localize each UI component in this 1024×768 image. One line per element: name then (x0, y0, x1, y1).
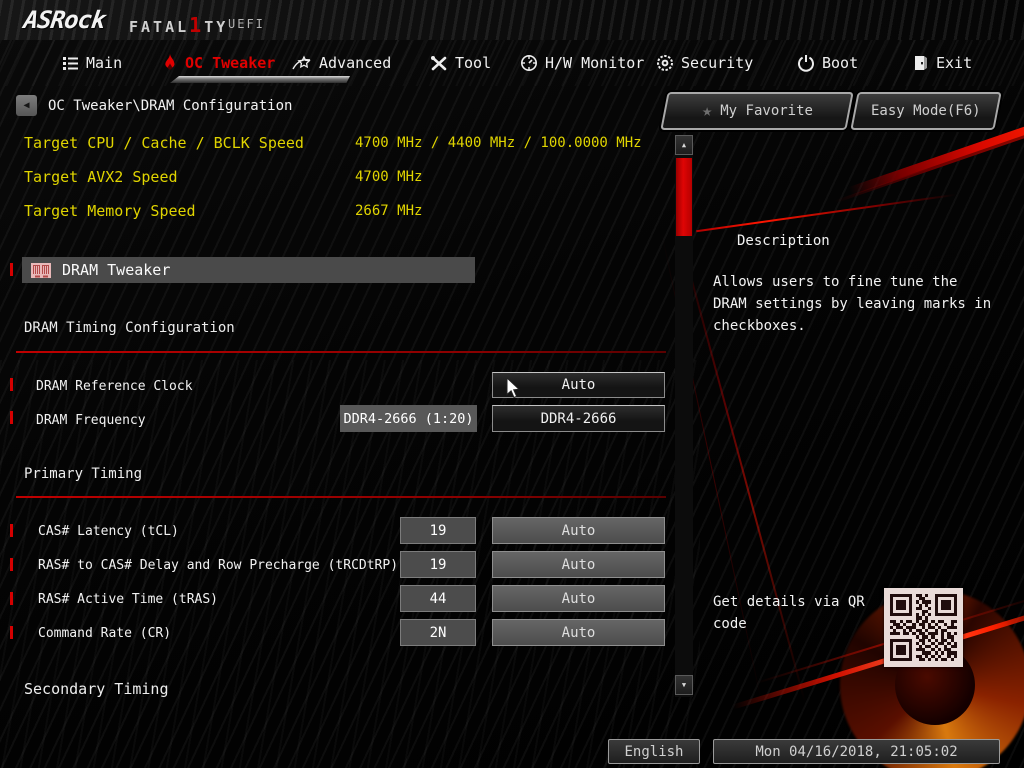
scroll-down-button[interactable]: ▼ (675, 675, 693, 695)
exit-icon (915, 56, 927, 70)
tool-icon (431, 55, 447, 70)
easy-mode-label: Easy Mode(F6) (871, 103, 981, 119)
target-memory-label: Target Memory Speed (24, 202, 196, 220)
dram-frequency-value: DDR4-2666 (1:20) (340, 405, 477, 432)
trcdtrp-value[interactable]: 19 (400, 551, 476, 578)
my-favorite-button[interactable]: ★ My Favorite (660, 92, 854, 130)
target-avx2-value: 4700 MHz (355, 169, 423, 185)
secondary-timing-title: Secondary Timing (24, 680, 169, 698)
row-marker (10, 558, 13, 571)
cr-auto-button[interactable]: Auto (492, 619, 665, 646)
my-favorite-label: My Favorite (719, 103, 813, 119)
cr-label: Command Rate (CR) (38, 626, 172, 641)
nav-hw-monitor[interactable]: H/W Monitor (520, 54, 644, 72)
qr-caption: Get details via QR code (713, 594, 865, 632)
target-cpu-label: Target CPU / Cache / BCLK Speed (24, 134, 304, 152)
nav-boot-label: Boot (822, 54, 859, 72)
nav-tool-label: Tool (455, 54, 492, 72)
language-button[interactable]: English (608, 739, 700, 764)
scrollbar[interactable]: ▲ ▼ (675, 135, 693, 697)
back-button[interactable]: ◀ (16, 95, 37, 116)
easy-mode-button[interactable]: Easy Mode(F6) (850, 92, 1002, 130)
nav-security[interactable]: Security (656, 54, 753, 72)
uefi-label: UEFI (228, 17, 265, 31)
scroll-down-icon: ▼ (681, 681, 687, 689)
tcl-label: CAS# Latency (tCL) (38, 524, 179, 539)
scrollbar-thumb[interactable] (676, 158, 692, 236)
main-icon (63, 56, 78, 70)
security-icon (657, 55, 673, 71)
nav-advanced[interactable]: Advanced (292, 54, 391, 72)
brand-banner: ASRock FATAL1TY UEFI (0, 0, 1024, 40)
row-marker (10, 378, 13, 391)
tcl-auto-button[interactable]: Auto (492, 517, 665, 544)
section-divider (16, 351, 666, 353)
tcl-value[interactable]: 19 (400, 517, 476, 544)
scroll-up-button[interactable]: ▲ (675, 135, 693, 155)
scroll-up-icon: ▲ (681, 141, 687, 149)
timing-config-title: DRAM Timing Configuration (24, 320, 235, 336)
nav-security-label: Security (681, 54, 754, 72)
bios-screen: ASRock FATAL1TY UEFI Main OC Tweaker Adv… (0, 0, 1024, 768)
boot-icon (798, 55, 814, 72)
breadcrumb: OC Tweaker\DRAM Configuration (48, 98, 293, 114)
tras-value[interactable]: 44 (400, 585, 476, 612)
fatality-logo: FATAL1TY (129, 13, 229, 37)
description-title: Description (737, 233, 830, 249)
nav-advanced-label: Advanced (319, 54, 392, 72)
dram-tweaker-label: DRAM Tweaker (62, 261, 171, 279)
target-memory-value: 2667 MHz (355, 203, 423, 219)
qr-code-grid (890, 594, 957, 661)
nav-tool[interactable]: Tool (430, 54, 491, 72)
mouse-cursor (506, 378, 521, 399)
nav-exit-label: Exit (936, 54, 973, 72)
target-cpu-value: 4700 MHz / 4400 MHz / 100.0000 MHz (355, 135, 642, 151)
cr-value[interactable]: 2N (400, 619, 476, 646)
datetime-display: Mon 04/16/2018, 21:05:02 (713, 739, 1000, 764)
hw-monitor-icon (521, 55, 537, 71)
row-marker (10, 524, 13, 537)
primary-timing-title: Primary Timing (24, 466, 143, 482)
qr-code (884, 588, 963, 667)
nav-main[interactable]: Main (62, 54, 122, 72)
tras-auto-button[interactable]: Auto (492, 585, 665, 612)
description-body: Allows users to fine tune the DRAM setti… (713, 274, 992, 334)
nav-boot[interactable]: Boot (797, 54, 858, 72)
fatality-one: 1 (189, 13, 205, 37)
dram-frequency-label: DRAM Frequency (36, 413, 146, 428)
dram-ref-clock-label: DRAM Reference Clock (36, 379, 193, 394)
advanced-icon (292, 55, 311, 69)
dram-tweaker-icon (31, 262, 51, 278)
row-marker (10, 592, 13, 605)
main-nav: Main OC Tweaker Advanced Tool H/W Monito… (0, 40, 1024, 86)
row-marker (10, 411, 13, 424)
nav-oc-tweaker-label: OC Tweaker (185, 54, 276, 72)
section-divider (16, 496, 666, 498)
row-marker (10, 626, 13, 639)
row-marker (10, 263, 13, 276)
oc-tweaker-icon (165, 54, 175, 70)
nav-exit[interactable]: Exit (913, 54, 972, 72)
back-arrow-icon: ◀ (23, 100, 30, 111)
target-avx2-label: Target AVX2 Speed (24, 168, 178, 186)
nav-oc-tweaker[interactable]: OC Tweaker (162, 54, 275, 72)
tras-label: RAS# Active Time (tRAS) (38, 592, 219, 607)
star-icon: ★ (701, 101, 712, 121)
active-tab-underline (170, 76, 350, 83)
trcdtrp-label: RAS# to CAS# Delay and Row Precharge (tR… (38, 558, 399, 573)
dram-frequency-dropdown[interactable]: DDR4-2666 (492, 405, 665, 432)
nav-hw-monitor-label: H/W Monitor (545, 54, 645, 72)
dram-tweaker-row[interactable]: DRAM Tweaker (22, 257, 475, 283)
trcdtrp-auto-button[interactable]: Auto (492, 551, 665, 578)
nav-main-label: Main (86, 54, 123, 72)
asrock-logo: ASRock (22, 6, 107, 34)
